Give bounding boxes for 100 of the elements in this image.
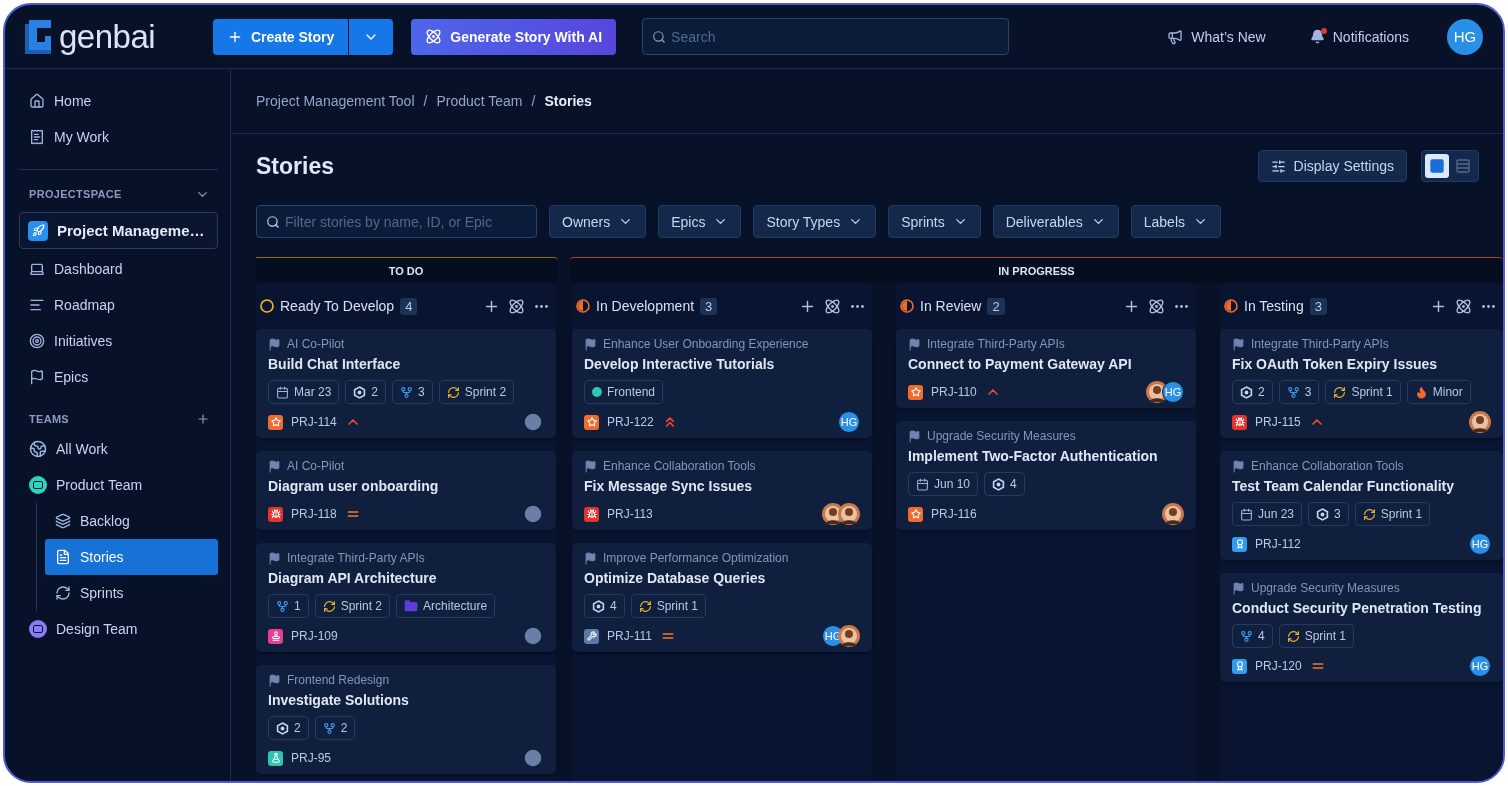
refresh-icon	[322, 599, 336, 613]
group-header: IN PROGRESS	[570, 257, 1503, 283]
document-icon	[55, 549, 71, 565]
hexagon-icon	[1240, 385, 1253, 399]
logo-text: genbai	[59, 17, 156, 56]
user-avatar: HG	[838, 411, 860, 433]
atom-icon[interactable]	[508, 297, 525, 315]
branches-tag: 1	[268, 594, 309, 618]
section-label: PROJECTSPACE	[29, 188, 122, 200]
subtasks-tag: 4	[584, 594, 625, 618]
filter-dropdown[interactable]: Sprints	[888, 205, 981, 238]
nav-item[interactable]: Sprints	[45, 575, 218, 611]
target-icon	[29, 333, 45, 349]
hexagon-icon	[353, 385, 367, 399]
nav-item[interactable]: Stories	[45, 539, 218, 575]
sprint-tag: Sprint 2	[438, 380, 515, 404]
nav-item[interactable]: Roadmap	[19, 287, 218, 323]
branch-icon	[1286, 385, 1300, 399]
story-card[interactable]: AI Co-Pilot Diagram user onboarding PRJ-118	[256, 451, 556, 530]
story-card[interactable]: Upgrade Security Measures Conduct Security Penetration Testing 4 Sprint 1 PRJ-120 HG	[1220, 573, 1503, 682]
flag-icon	[908, 337, 921, 351]
flag-icon	[1232, 337, 1245, 351]
nav-item[interactable]: Dashboard	[19, 251, 218, 287]
dropdown-button[interactable]	[349, 18, 394, 55]
board-view-button[interactable]	[1425, 154, 1449, 178]
atom-icon[interactable]	[824, 297, 841, 315]
sprint-tag: Sprint 2	[314, 594, 391, 618]
group-header: TO DO	[256, 257, 558, 283]
team-item[interactable]: Product Team	[19, 467, 218, 503]
story-card[interactable]: Enhance User Onboarding Experience Develop Interactive Tutorials Frontend PRJ-122 HG	[572, 329, 872, 438]
nav-item[interactable]: Initiatives	[19, 323, 218, 359]
story-card[interactable]: Integrate Third-Party APIs Diagram API Architecture 1 Sprint 2 Architecture PRJ-109	[256, 543, 556, 652]
story-card[interactable]: Enhance Collaboration Tools Fix Message Sync Issues PRJ-113	[572, 451, 872, 530]
sprint-tag: Sprint 1	[1325, 380, 1401, 404]
whats-new-link[interactable]: What’s New	[1161, 27, 1272, 46]
search-field[interactable]: Search	[642, 18, 1010, 55]
nav-item[interactable]: Epics	[19, 359, 218, 395]
subtasks-tag: 2	[268, 716, 309, 740]
bell-icon	[1309, 29, 1325, 44]
column-title: In Development	[596, 298, 695, 314]
branches-tag: 4	[1232, 624, 1273, 648]
bars-icon	[29, 297, 45, 313]
column-title: Ready To Develop	[280, 298, 395, 314]
count-badge: 4	[400, 297, 418, 315]
count-badge: 3	[1309, 297, 1327, 315]
story-card[interactable]: Upgrade Security Measures Implement Two-Factor Authentication Jun 10 4 PRJ-116	[896, 421, 1196, 530]
sliders-icon	[1270, 158, 1286, 174]
nav-item[interactable]: Backlog	[45, 503, 218, 539]
filter-dropdown[interactable]: Owners	[549, 205, 647, 238]
board-icon	[1429, 158, 1445, 174]
subtasks-tag: 2	[1232, 380, 1273, 404]
story-id: PRJ-118	[291, 507, 337, 521]
project-selector[interactable]: Project Manageme…	[19, 212, 218, 249]
column-title: In Testing	[1244, 298, 1304, 314]
display-settings-button[interactable]: Display Settings	[1257, 150, 1407, 182]
team-item[interactable]: Design Team	[19, 611, 218, 647]
hexagon-icon	[1316, 507, 1330, 521]
branch-icon	[1240, 629, 1253, 643]
breadcrumb-link[interactable]: Stories	[544, 93, 592, 109]
story-card[interactable]: Enhance Collaboration Tools Test Team Calendar Functionality Jun 23 3 Sprint 1 PRJ-112 HG	[1220, 451, 1503, 560]
epic-name: Enhance User Onboarding Experience	[603, 337, 809, 351]
filter-dropdown[interactable]: Deliverables	[992, 205, 1119, 238]
story-card[interactable]: AI Co-Pilot Build Chat Interface Mar 23 2 3 Sprint 2 PRJ-114	[256, 329, 556, 438]
date-tag: Mar 23	[268, 380, 340, 404]
filter-dropdown[interactable]: Labels	[1130, 205, 1222, 238]
user-avatar: HG	[1469, 655, 1491, 677]
sprint-tag: Sprint 1	[1278, 624, 1355, 648]
story-title: Build Chat Interface	[268, 355, 402, 374]
filter-field[interactable]: Filter stories by name, ID, or Epic	[256, 205, 537, 238]
filter-dropdown[interactable]: Epics	[658, 205, 742, 238]
breadcrumb-link[interactable]: Product Team	[436, 93, 523, 109]
atom-icon[interactable]	[1148, 297, 1165, 315]
flame-icon	[1414, 385, 1428, 399]
branch-icon	[322, 721, 336, 735]
atom-icon[interactable]	[1455, 297, 1472, 315]
breadcrumb-link[interactable]: Project Management Tool	[256, 93, 415, 109]
story-title: Diagram user onboarding	[268, 477, 440, 496]
story-card[interactable]: Integrate Third-Party APIs Fix OAuth Token Expiry Issues 2 3 Sprint 1 Minor PRJ-115	[1220, 329, 1503, 438]
nav-item[interactable]: My Work	[19, 119, 218, 155]
flag-icon	[1232, 459, 1245, 473]
create-story-button[interactable]: Create Story	[213, 18, 349, 55]
nav-item[interactable]: Home	[19, 83, 218, 119]
column-title: In Review	[920, 298, 982, 314]
filter-dropdown[interactable]: Story Types	[753, 205, 877, 238]
team-item[interactable]: All Work	[19, 431, 218, 467]
severity-tag: Minor	[1406, 380, 1471, 404]
epic-name: AI Co-Pilot	[287, 337, 345, 351]
refresh-icon	[1286, 629, 1300, 643]
subtasks-tag: 4	[984, 472, 1025, 496]
story-id: PRJ-116	[931, 507, 977, 521]
story-card[interactable]: Frontend Redesign Investigate Solutions 2 2 PRJ-95	[256, 665, 556, 774]
story-title: Test Team Calendar Functionality	[1232, 477, 1455, 496]
epic-name: Upgrade Security Measures	[927, 429, 1076, 443]
story-card[interactable]: Integrate Third-Party APIs Connect to Payment Gateway API PRJ-110 HG	[896, 329, 1196, 408]
refresh-icon	[638, 599, 652, 613]
user-icon	[522, 411, 544, 433]
notifications-link[interactable]: Notifications	[1303, 27, 1415, 46]
generate-story-button[interactable]: Generate Story With AI	[411, 18, 617, 55]
story-title: Optimize Database Queries	[584, 569, 767, 588]
deliverable-tag: Architecture	[396, 594, 496, 618]
